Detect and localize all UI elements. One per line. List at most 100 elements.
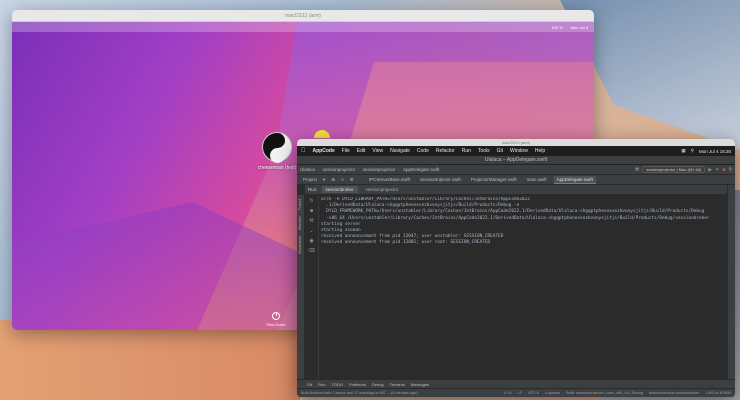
pin-icon[interactable]: ⌄ <box>309 228 313 234</box>
wallpaper-shape <box>0 320 300 400</box>
menu-code[interactable]: Code <box>417 148 429 154</box>
navigation-bar: Ulalaca › sessionprojector › sessionproj… <box>297 165 735 175</box>
run-label: Run: <box>308 187 318 192</box>
editor-tab[interactable]: SessionInjector.swift <box>417 176 464 184</box>
ide-window-title: Ulalaca – AppDelegate.swift <box>484 157 548 163</box>
vm-window-title: macOS12 (arm) <box>285 12 321 19</box>
left-tool-strip: Project Structure Bookmarks <box>297 195 305 387</box>
menubar-status: ▦ ⚲ Mon Jul 4 15:30 <box>681 148 731 154</box>
trash-icon[interactable]: ⌫ <box>308 248 315 254</box>
tool-window-bookmarks[interactable]: Bookmarks <box>298 236 302 254</box>
collapse-icon[interactable]: ≡ <box>341 177 344 182</box>
run-tab-sessionprojector[interactable]: sessionprojector <box>362 186 403 193</box>
menu-run[interactable]: Run <box>462 148 471 154</box>
editor-tab[interactable]: main.swift <box>524 176 550 184</box>
tool-messages[interactable]: Messages <box>411 382 429 387</box>
menu-edit[interactable]: Edit <box>357 148 366 154</box>
status-indent[interactable]: 4 spaces <box>545 391 560 395</box>
console-line: received announcement from pid 12081; us… <box>321 240 491 246</box>
status-memory[interactable]: 1403 of 4096M <box>706 391 731 395</box>
yin-yang-icon <box>262 132 292 163</box>
vm-menubar-date: Mon Jul 4 <box>570 24 588 30</box>
stop-icon[interactable]: ■ <box>310 208 313 214</box>
search-icon[interactable]: ⚲ <box>691 148 694 154</box>
ide-vm-title: macOS12 (arm) <box>501 140 531 145</box>
project-toolbar: Project ▾ ⊕ ≡ ⚙ IPCServerBase.swift Sess… <box>297 175 735 185</box>
console-line: -x86_64 /Users/unstabler/Library/Caches/… <box>321 215 710 221</box>
control-center-icon[interactable]: ▦ <box>681 148 685 154</box>
debug-icon[interactable]: ✶ <box>715 167 719 173</box>
ide-titlebar[interactable]: Ulalaca – AppDelegate.swift <box>297 156 735 165</box>
editor-tabs: IPCServerBase.swift SessionInjector.swif… <box>366 175 596 184</box>
run-configuration-select[interactable]: sessionprojector | Mac (M1 64) <box>642 166 706 173</box>
status-branch[interactable]: feature/session-sessionbroker <box>649 391 700 395</box>
breadcrumb-file[interactable]: AppDelegate.swift <box>403 167 439 172</box>
tool-git[interactable]: Git <box>307 382 312 387</box>
menubar-clock[interactable]: Mon Jul 4 15:30 <box>699 149 731 154</box>
tool-window-structure[interactable]: Structure <box>298 216 302 230</box>
breadcrumb-project[interactable]: Ulalaca <box>300 167 315 172</box>
gear-icon[interactable]: ⚙ <box>350 177 354 183</box>
menu-git[interactable]: Git <box>497 148 503 154</box>
editor-tab[interactable]: ProjectorManager.swift <box>468 176 520 184</box>
hammer-icon[interactable]: ⚒ <box>635 167 639 173</box>
run-icon[interactable]: ▶ <box>708 167 712 173</box>
editor-tab[interactable]: IPCServerBase.swift <box>366 176 413 184</box>
chevron-down-icon[interactable]: ▾ <box>323 177 325 183</box>
tool-terminal[interactable]: Terminal <box>390 382 405 387</box>
tool-window-project[interactable]: Project <box>298 199 302 210</box>
chevron-right-icon: › <box>318 167 320 172</box>
status-message[interactable]: Build finished with 0 errors and 17 warn… <box>301 391 418 395</box>
locate-icon[interactable]: ⊕ <box>331 177 335 183</box>
run-tabs: Run: sessionbroker sessionprojector <box>305 185 727 195</box>
tool-run[interactable]: Run <box>318 382 325 387</box>
desktop-icon-cheeseman[interactable]: cheeseman (test) <box>254 132 300 171</box>
menu-navigate[interactable]: Navigate <box>390 148 410 154</box>
tool-todo[interactable]: TODO <box>331 382 342 387</box>
menu-file[interactable]: File <box>342 148 350 154</box>
vm-menubar-battery: 100 % <box>551 24 563 30</box>
vm-menubar: 100 % Mon Jul 4 <box>12 22 594 32</box>
right-tool-strip <box>727 185 735 387</box>
menu-app[interactable]: AppCode <box>313 148 335 154</box>
rerun-icon[interactable]: ↻ <box>309 198 313 204</box>
status-bar: Build finished with 0 errors and 17 warn… <box>297 388 735 397</box>
shutdown-label: Shut Down <box>266 322 286 327</box>
menu-window[interactable]: Window <box>510 148 528 154</box>
status-line-separator[interactable]: LF <box>517 391 521 395</box>
menu-view[interactable]: View <box>372 148 383 154</box>
camera-icon[interactable]: ◉ <box>309 238 313 244</box>
power-icon <box>272 312 280 320</box>
menu-help[interactable]: Help <box>535 148 545 154</box>
apple-icon[interactable]:  <box>301 148 306 154</box>
ide-vm-titlebar[interactable]: macOS12 (arm) <box>297 139 735 146</box>
console-line: DYLD_FRAMEWORK_PATH=/Users/unstabler/Lib… <box>321 209 705 215</box>
tool-problems[interactable]: Problems <box>349 382 366 387</box>
console-output[interactable]: arch -e DYLD_LIBRARY_PATH=/Users/unstabl… <box>321 197 723 385</box>
shutdown-button[interactable]: Shut Down <box>266 312 286 327</box>
run-toolbar: ↻ ■ ⚒ ⌄ ◉ ⌫ <box>305 195 319 387</box>
bottom-tool-bar: Git Run TODO Problems Debug Terminal Mes… <box>297 379 735 388</box>
menu-tools[interactable]: Tools <box>478 148 490 154</box>
chevron-right-icon: › <box>398 167 401 172</box>
breadcrumb-folder[interactable]: sessionprojector <box>363 167 396 172</box>
vm-titlebar[interactable]: macOS12 (arm) <box>12 10 594 22</box>
run-tool-window: Run: sessionbroker sessionprojector ↻ ■ … <box>305 185 727 387</box>
status-context[interactable]: Swift: sessionprojector | mac_x86_64 | D… <box>566 391 643 395</box>
wrench-icon[interactable]: ⚒ <box>309 218 313 224</box>
chevron-right-icon: › <box>358 167 360 172</box>
appcode-window[interactable]: macOS12 (arm)  AppCode File Edit View N… <box>297 139 735 397</box>
tool-debug[interactable]: Debug <box>372 382 384 387</box>
editor-tab-active[interactable]: AppDelegate.swift <box>553 175 596 184</box>
project-dropdown[interactable]: Project <box>303 177 317 182</box>
status-position[interactable]: 4:70 <box>504 391 511 395</box>
search-icon[interactable]: ⚲ <box>728 167 732 173</box>
toolbar-right: ⚒ sessionprojector | Mac (M1 64) ▶ ✶ ■ ⚲ <box>635 166 732 173</box>
menu-refactor[interactable]: Refactor <box>436 148 455 154</box>
mac-menubar:  AppCode File Edit View Navigate Code R… <box>297 146 735 156</box>
run-tab-sessionbroker[interactable]: sessionbroker <box>321 186 358 193</box>
breadcrumb-module[interactable]: sessionprojector <box>323 167 356 172</box>
stop-icon[interactable]: ■ <box>722 167 725 173</box>
status-encoding[interactable]: UTF-8 <box>528 391 539 395</box>
desktop-icon-label: cheeseman (test) <box>257 165 297 171</box>
